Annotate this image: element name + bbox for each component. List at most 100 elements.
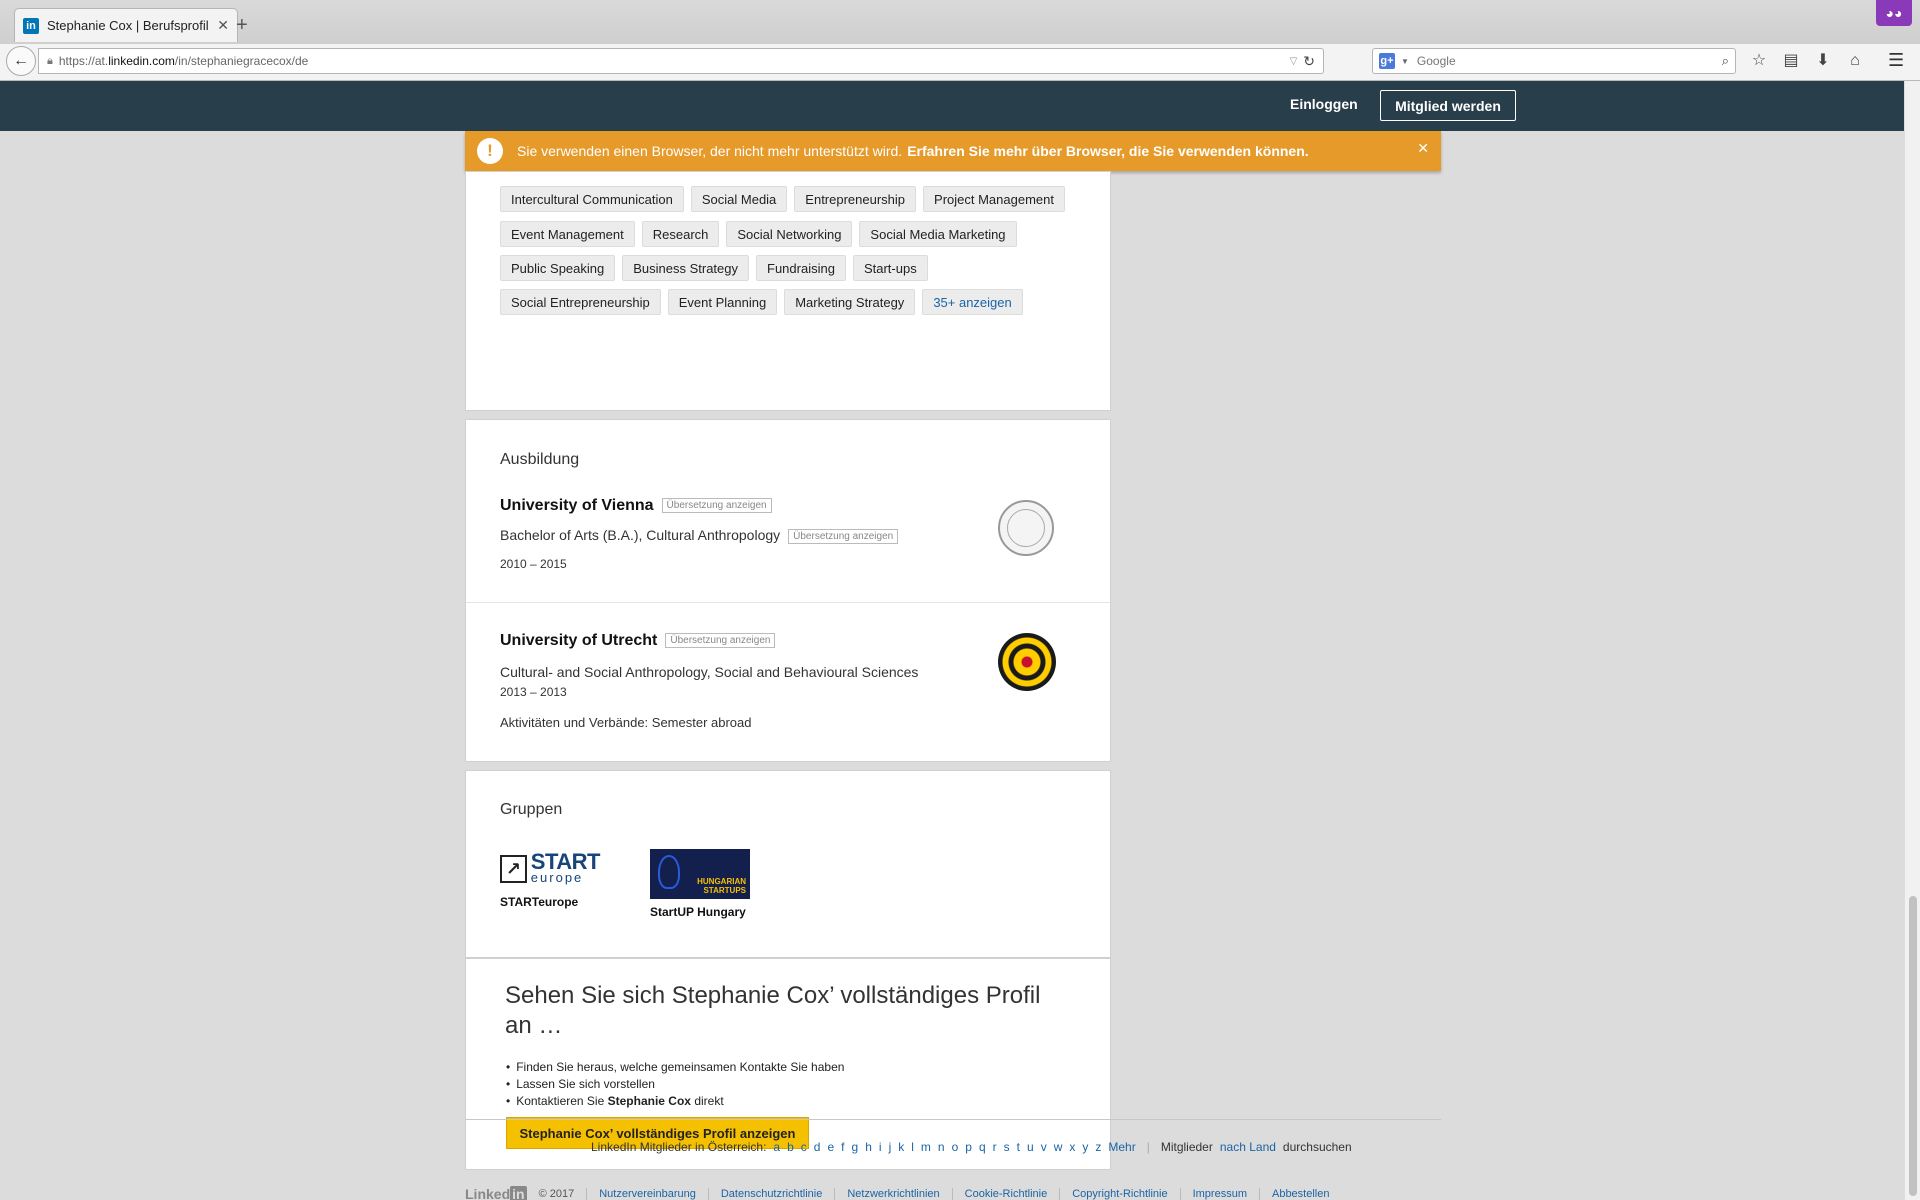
skill-tag[interactable]: Start-ups	[852, 255, 928, 281]
warning-text: Sie verwenden einen Browser, der nicht m…	[517, 143, 903, 159]
legal-link[interactable]: Copyright-Richtlinie	[1059, 1188, 1168, 1200]
skill-tag[interactable]: Research	[641, 221, 720, 247]
university-utrecht-sun-icon[interactable]	[998, 633, 1056, 691]
scroll-thumb[interactable]	[1909, 896, 1917, 1196]
translate-button[interactable]: Übersetzung anzeigen	[665, 633, 776, 649]
directory-letter-link[interactable]: b	[787, 1140, 794, 1154]
skill-tag[interactable]: Social Media	[690, 186, 788, 212]
directory-letter-link[interactable]: g	[852, 1140, 859, 1154]
url-dropdown-icon[interactable]: ▽	[1290, 56, 1298, 67]
directory-letter-link[interactable]: i	[879, 1140, 882, 1154]
join-button[interactable]: Mitglied werden	[1380, 90, 1516, 121]
warning-link[interactable]: Erfahren Sie mehr über Browser, die Sie …	[907, 143, 1308, 159]
directory-more-link[interactable]: Mehr	[1108, 1140, 1135, 1154]
skill-tag[interactable]: Social Entrepreneurship	[500, 289, 661, 315]
url-bar[interactable]: 🔒︎ https://at.linkedin.com/in/stephanieg…	[38, 48, 1324, 74]
group-name[interactable]: STARTeurope	[500, 895, 600, 909]
skill-tag[interactable]: Social Networking	[726, 221, 853, 247]
directory-letter-link[interactable]: u	[1027, 1140, 1034, 1154]
school-name-text[interactable]: University of Utrecht	[500, 632, 657, 649]
incognito-mask-icon[interactable]: ◕◕	[1876, 0, 1912, 26]
directory-letter-link[interactable]: k	[898, 1140, 904, 1154]
nav-bar: ← 🔒︎ https://at.linkedin.com/in/stephani…	[0, 44, 1920, 81]
skill-tag[interactable]: Event Planning	[667, 289, 778, 315]
skill-tag[interactable]: Marketing Strategy	[784, 289, 916, 315]
skill-tag[interactable]: Fundraising	[756, 255, 846, 281]
search-icon[interactable]: ⌕	[1722, 53, 1729, 69]
directory-letter-link[interactable]: t	[1017, 1140, 1020, 1154]
copyright: © 2017	[538, 1188, 575, 1200]
startup-hungary-logo[interactable]: HUNGARIAN STARTUPS	[650, 849, 750, 899]
directory-letter-link[interactable]: j	[889, 1140, 892, 1154]
close-tab-icon[interactable]: ✕	[217, 17, 229, 34]
directory-letter-link[interactable]: l	[911, 1140, 914, 1154]
search-engine-dropdown-icon[interactable]: ▼	[1401, 57, 1409, 66]
back-button[interactable]: ←	[6, 46, 36, 76]
translate-button[interactable]: Übersetzung anzeigen	[661, 498, 772, 514]
skill-tag[interactable]: Event Management	[500, 221, 635, 247]
linkedin-favicon-icon: in	[23, 17, 39, 34]
skill-tag[interactable]: Project Management	[923, 186, 1065, 212]
group-startup-hungary[interactable]: HUNGARIAN STARTUPS StartUP Hungary	[650, 849, 750, 919]
school-name-text[interactable]: University of Vienna	[500, 497, 654, 514]
directory-letter-link[interactable]: f	[841, 1140, 844, 1154]
skill-tag[interactable]: Business Strategy	[622, 255, 750, 281]
directory-letter-link[interactable]: c	[801, 1140, 807, 1154]
contact-prefix: Kontaktieren Sie	[516, 1094, 605, 1108]
url-text[interactable]: https://at.linkedin.com/in/stephaniegrac…	[59, 54, 1284, 68]
directory-letter-link[interactable]: a	[773, 1140, 780, 1154]
by-country-link[interactable]: nach Land	[1220, 1140, 1276, 1154]
show-more-skills-button[interactable]: 35+ anzeigen	[922, 289, 1023, 315]
directory-letter-link[interactable]: r	[993, 1140, 997, 1154]
directory-letter-link[interactable]: m	[921, 1140, 931, 1154]
group-name[interactable]: StartUP Hungary	[650, 905, 750, 919]
search-input[interactable]	[1414, 53, 1716, 69]
legal-link[interactable]: Datenschutzrichtlinie	[707, 1188, 822, 1200]
directory-letter-link[interactable]: z	[1095, 1140, 1101, 1154]
new-tab-icon[interactable]: +	[236, 14, 248, 37]
directory-letter-link[interactable]: p	[965, 1140, 972, 1154]
skill-tag[interactable]: Social Media Marketing	[859, 221, 1017, 247]
group-starteurope[interactable]: ↗ START europe STARTeurope	[500, 849, 601, 909]
close-icon[interactable]: ✕	[1417, 140, 1429, 157]
directory-letter-link[interactable]: o	[952, 1140, 959, 1154]
hamburger-menu-icon[interactable]: ☰	[1888, 50, 1904, 71]
directory-letter-link[interactable]: w	[1054, 1140, 1063, 1154]
skill-tag[interactable]: Entrepreneurship	[794, 186, 917, 212]
skills-card: Intercultural Communication Social Media…	[465, 171, 1111, 411]
university-vienna-seal-icon[interactable]	[998, 500, 1054, 556]
directory-letter-link[interactable]: x	[1069, 1140, 1075, 1154]
directory-letter-link[interactable]: d	[814, 1140, 821, 1154]
directory-letter-link[interactable]: y	[1082, 1140, 1088, 1154]
directory-letter-link[interactable]: n	[938, 1140, 945, 1154]
cta-bullet-list: Finden Sie heraus, welche gemeinsamen Ko…	[506, 1059, 844, 1110]
legal-link[interactable]: Cookie-Richtlinie	[951, 1188, 1047, 1200]
bookmark-star-icon[interactable]: ☆	[1750, 50, 1768, 72]
translate-button[interactable]: Übersetzung anzeigen	[788, 528, 899, 544]
download-icon[interactable]: ⬇	[1814, 50, 1832, 72]
legal-link[interactable]: Impressum	[1179, 1188, 1247, 1200]
reading-list-icon[interactable]: ▤	[1782, 50, 1800, 72]
school-name-utrecht[interactable]: University of Utrecht Übersetzung anzeige…	[500, 632, 776, 650]
legal-link[interactable]: Abbestellen	[1258, 1188, 1329, 1200]
directory-letter-link[interactable]: h	[865, 1140, 872, 1154]
legal-link[interactable]: Netzwerkrichtlinien	[834, 1188, 940, 1200]
google-search-engine-icon[interactable]: g+	[1379, 53, 1395, 69]
scrollbar[interactable]	[1904, 81, 1920, 1200]
home-icon[interactable]: ⌂	[1846, 50, 1864, 72]
login-link[interactable]: Einloggen	[1290, 96, 1358, 112]
school-name-vienna[interactable]: University of Vienna Übersetzung anzeigen	[500, 497, 772, 515]
reload-icon[interactable]: ↻	[1303, 53, 1315, 70]
browser-tab[interactable]: in Stephanie Cox | Berufsprofil ✕	[14, 8, 238, 42]
directory-letter-link[interactable]: e	[827, 1140, 834, 1154]
directory-letter-link[interactable]: v	[1041, 1140, 1047, 1154]
legal-link[interactable]: Nutzervereinbarung	[586, 1188, 696, 1200]
directory-letter-link[interactable]: s	[1004, 1140, 1010, 1154]
list-item: Lassen Sie sich vorstellen	[506, 1076, 844, 1093]
starteurope-logo[interactable]: ↗ START europe	[500, 849, 601, 889]
skill-tag[interactable]: Intercultural Communication	[500, 186, 684, 212]
skill-tag[interactable]: Public Speaking	[500, 255, 616, 281]
skill-row: Public Speaking Business Strategy Fundra…	[500, 255, 928, 281]
search-bar[interactable]: g+ ▼ ⌕	[1372, 48, 1736, 74]
directory-letter-link[interactable]: q	[979, 1140, 986, 1154]
